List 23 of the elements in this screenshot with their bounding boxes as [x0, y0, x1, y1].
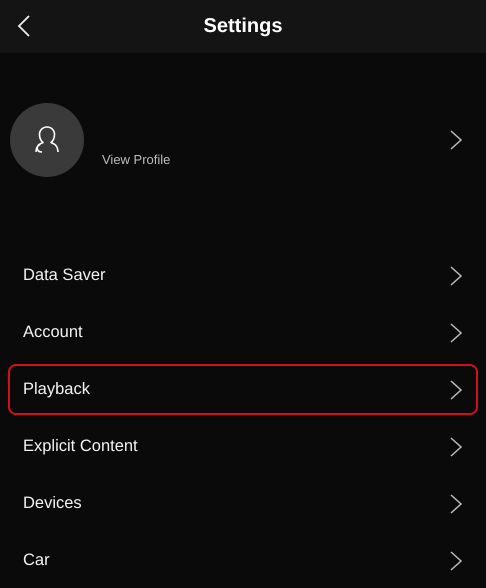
item-label: Data Saver — [23, 266, 106, 285]
chevron-right-icon — [450, 436, 462, 456]
item-label: Devices — [23, 494, 82, 513]
settings-item[interactable]: Playback — [8, 364, 478, 415]
view-profile-link[interactable]: View Profile — [102, 152, 450, 166]
person-icon — [34, 126, 60, 154]
chevron-right-icon — [450, 494, 462, 514]
settings-item[interactable]: Data Saver — [8, 247, 478, 304]
settings-item[interactable]: Explicit Content — [8, 418, 478, 475]
back-icon[interactable] — [17, 14, 31, 38]
page-title: Settings — [204, 15, 282, 38]
settings-item[interactable]: Account — [8, 304, 478, 361]
settings-item[interactable]: Devices — [8, 475, 478, 532]
item-label: Car — [23, 551, 50, 570]
item-label: Explicit Content — [23, 437, 138, 456]
item-label: Playback — [23, 380, 90, 399]
chevron-right-icon — [450, 550, 462, 570]
chevron-right-icon — [450, 322, 462, 342]
item-label: Account — [23, 323, 83, 342]
chevron-right-icon — [450, 130, 462, 150]
settings-item[interactable]: Car — [8, 532, 478, 588]
chevron-right-icon — [450, 266, 462, 286]
chevron-right-icon — [450, 380, 462, 400]
